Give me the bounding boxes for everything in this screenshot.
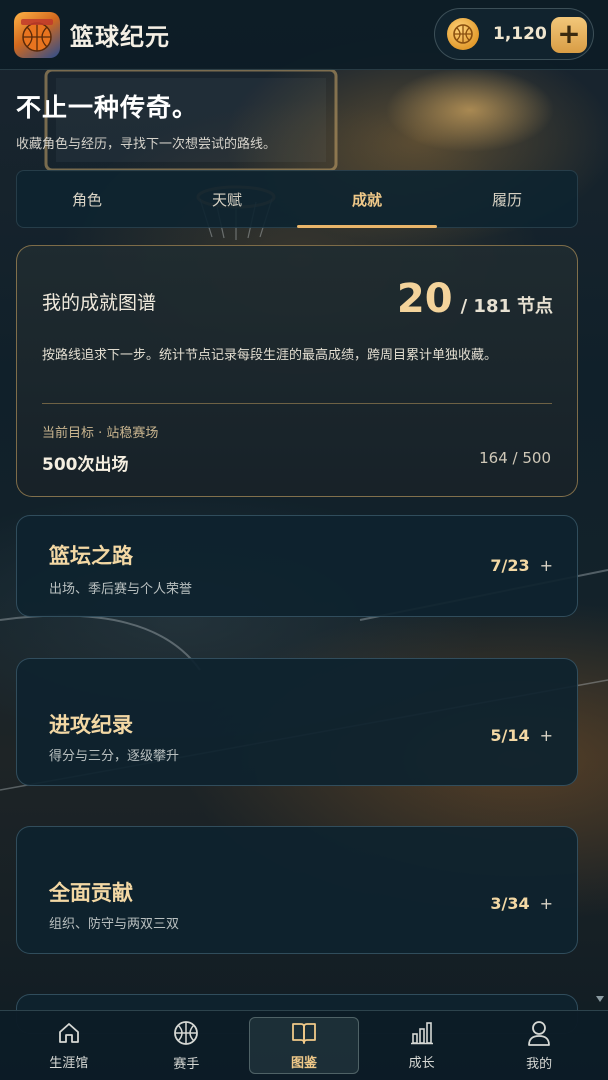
nav-label: 成长: [408, 1056, 435, 1071]
nav-label: 我的: [526, 1057, 553, 1072]
book-icon: [292, 1023, 316, 1044]
expand-icon[interactable]: +: [540, 894, 553, 913]
achievement-map-card: 我的成就图谱 20 / 181 节点 按路线追求下一步。统计节点记录每段生涯的最…: [16, 245, 578, 497]
nav-players[interactable]: 赛手: [128, 1011, 246, 1080]
tab-history[interactable]: 履历: [437, 171, 577, 227]
collection-tabs: 角色 天赋 成就 履历: [16, 170, 578, 228]
category-count: 7/23: [490, 556, 530, 575]
nav-collection[interactable]: 图鉴: [245, 1011, 363, 1080]
category-count: 3/34: [490, 894, 530, 913]
category-title: 进攻纪录: [49, 713, 133, 737]
category-subtitle: 得分与三分，逐级攀升: [49, 749, 180, 764]
home-icon: [58, 1023, 79, 1043]
tab-achievements[interactable]: 成就: [297, 171, 437, 228]
achievement-node-count: 20 / 181 节点: [397, 276, 553, 322]
nav-profile[interactable]: 我的: [480, 1011, 598, 1080]
category-subtitle: 出场、季后赛与个人荣誉: [49, 582, 193, 597]
nav-career-hall[interactable]: 生涯馆: [10, 1011, 128, 1080]
total-count: / 181: [460, 296, 511, 317]
hero-subtitle: 收藏角色与经历，寻找下一次想尝试的路线。: [16, 137, 277, 152]
category-count: 5/14: [490, 726, 530, 745]
current-goal-progress: 164 / 500: [479, 449, 551, 467]
achievement-map-title: 我的成就图谱: [42, 292, 157, 314]
basketball-logo-icon: [21, 18, 53, 52]
basketball-icon: [174, 1021, 199, 1045]
category-progress: 7/23 +: [490, 556, 553, 575]
add-coins-button[interactable]: +: [551, 17, 587, 53]
expand-icon[interactable]: +: [540, 726, 553, 745]
app-header: 篮球纪元 1,120 +: [0, 0, 608, 70]
achievement-map-description: 按路线追求下一步。统计节点记录每段生涯的最高成绩，跨周目累计单独收藏。: [42, 348, 498, 363]
category-progress: 5/14 +: [490, 726, 553, 745]
bar-chart-icon: [410, 1022, 433, 1045]
current-goal-name: 500次出场: [42, 455, 129, 475]
category-subtitle: 组织、防守与两双三双: [49, 917, 180, 932]
nav-label: 图鉴: [290, 1056, 317, 1071]
unlocked-count: 20: [396, 276, 453, 322]
nav-label: 赛手: [173, 1057, 200, 1072]
tab-characters[interactable]: 角色: [17, 171, 157, 227]
nav-label: 生涯馆: [49, 1056, 89, 1071]
expand-icon[interactable]: +: [540, 556, 553, 575]
category-card-offense-records[interactable]: 进攻纪录 得分与三分，逐级攀升 5/14 +: [16, 658, 578, 786]
bottom-navigation: 生涯馆 赛手 图鉴 成长 我的: [0, 1010, 608, 1080]
category-progress: 3/34 +: [490, 894, 553, 913]
category-title: 全面贡献: [49, 881, 133, 905]
category-card-career-road[interactable]: 篮坛之路 出场、季后赛与个人荣誉 7/23 +: [16, 515, 578, 617]
nav-growth[interactable]: 成长: [363, 1011, 481, 1080]
user-icon: [528, 1021, 551, 1046]
coin-balance[interactable]: 1,120 +: [434, 8, 594, 60]
coin-icon: [447, 18, 479, 50]
coin-amount: 1,120: [493, 24, 547, 44]
count-unit: 节点: [517, 296, 553, 317]
hero-title: 不止一种传奇。: [16, 93, 199, 122]
scroll-down-arrow[interactable]: [596, 996, 604, 1002]
divider: [42, 403, 552, 404]
category-card-all-round[interactable]: 全面贡献 组织、防守与两双三双 3/34 +: [16, 826, 578, 954]
category-title: 篮坛之路: [49, 544, 133, 568]
app-title: 篮球纪元: [70, 23, 170, 51]
app-logo: [14, 11, 60, 58]
tab-talents[interactable]: 天赋: [157, 171, 297, 227]
current-goal-label: 当前目标 · 站稳赛场: [42, 426, 159, 441]
